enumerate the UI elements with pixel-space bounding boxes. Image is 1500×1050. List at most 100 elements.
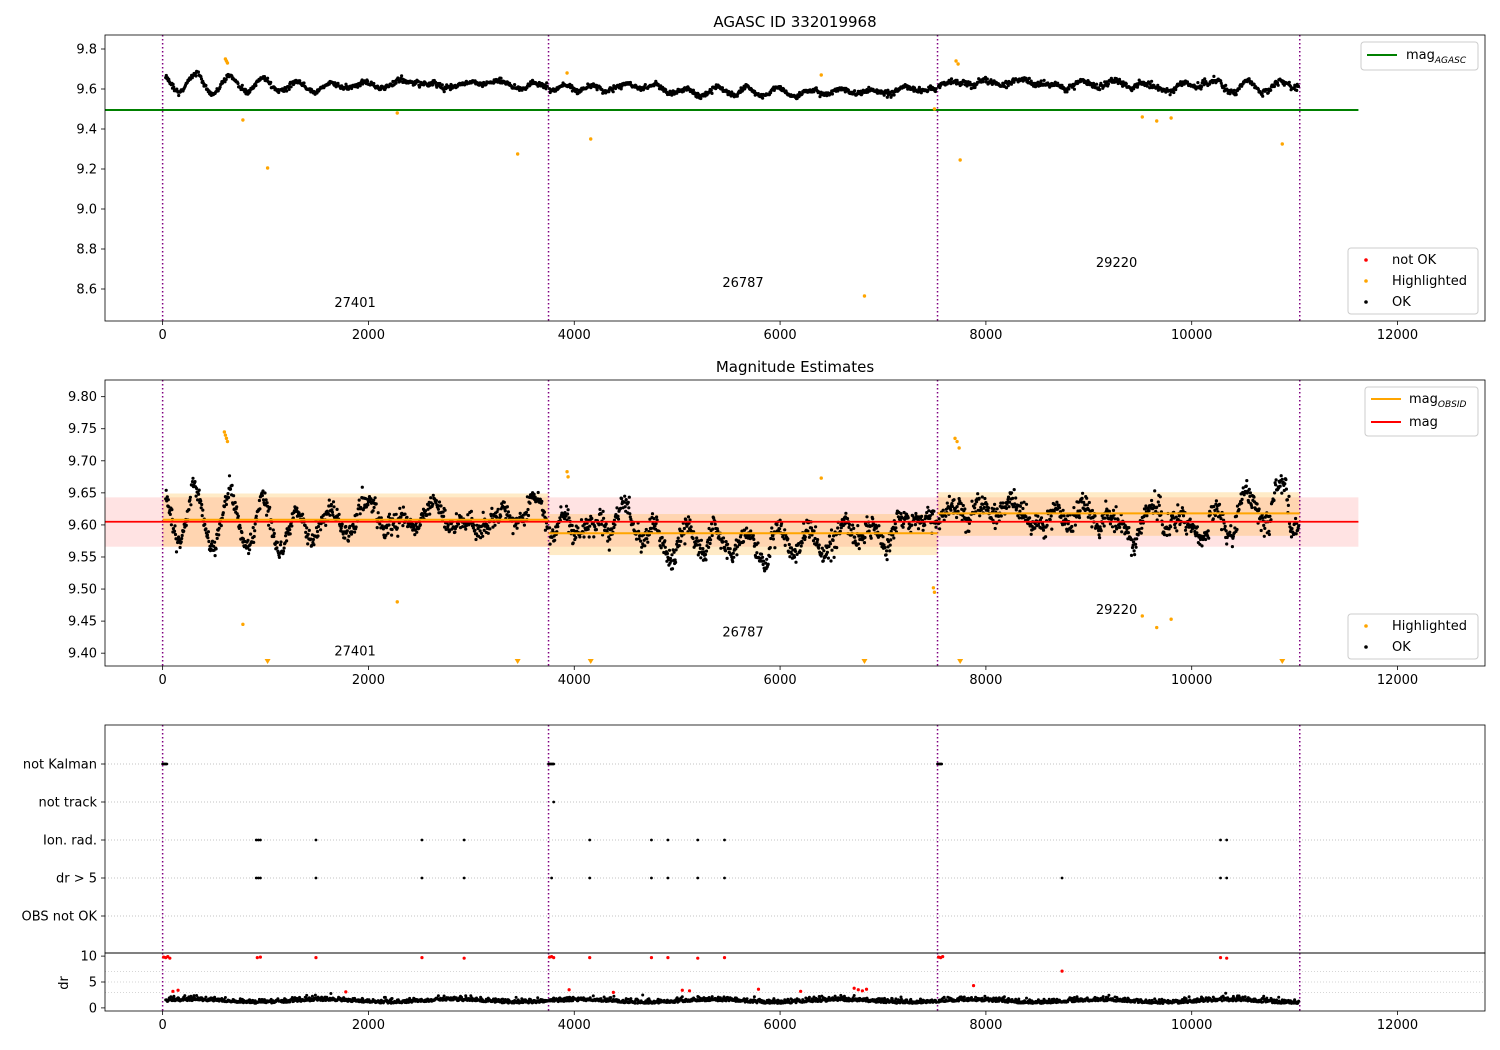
ok-point xyxy=(1177,514,1181,518)
ok-point xyxy=(1027,76,1031,80)
ok-point xyxy=(253,529,257,533)
ok-point xyxy=(686,515,691,519)
ok-point xyxy=(436,507,440,511)
x-tick-label: 2000 xyxy=(352,328,385,343)
ok-point xyxy=(1033,526,1037,530)
ok-point xyxy=(1224,83,1228,87)
ok-point xyxy=(545,81,549,85)
ok-point xyxy=(1057,506,1062,510)
ok-point xyxy=(390,533,394,537)
ok-point xyxy=(164,488,168,492)
ok-point xyxy=(1024,515,1028,519)
ok-point xyxy=(1136,533,1140,537)
ok-point xyxy=(822,549,826,553)
ok-point xyxy=(713,522,717,526)
ok-point xyxy=(360,485,364,489)
ok-point xyxy=(829,528,834,532)
ok-point xyxy=(387,523,391,527)
ok-point xyxy=(372,81,376,86)
ok-point xyxy=(592,535,596,539)
ok-point xyxy=(1262,534,1266,538)
ok-point xyxy=(374,502,378,506)
ok-point xyxy=(695,536,699,540)
ok-point xyxy=(481,534,485,538)
ok-point xyxy=(251,526,255,530)
flag-point xyxy=(588,876,592,880)
ok-point xyxy=(934,525,938,529)
ok-point xyxy=(892,536,896,540)
ok-point xyxy=(983,496,987,501)
ok-point xyxy=(1207,536,1211,540)
legend-label-highlighted: Highlighted xyxy=(1392,619,1467,634)
ok-point xyxy=(952,498,956,502)
ok-point xyxy=(252,540,256,545)
ok-point xyxy=(982,505,987,509)
ok-point xyxy=(1132,549,1136,553)
ok-point xyxy=(1103,516,1107,520)
ok-point xyxy=(992,507,996,511)
ok-point xyxy=(1174,515,1178,519)
ok-point xyxy=(611,90,615,94)
ok-point xyxy=(1150,498,1154,503)
ok-point xyxy=(366,503,370,507)
ok-point xyxy=(707,545,711,550)
ok-point xyxy=(1087,500,1091,505)
ok-point xyxy=(1022,500,1026,504)
ok-point xyxy=(1228,530,1232,534)
ok-point xyxy=(290,524,294,528)
ok-point xyxy=(197,492,201,496)
ok-point xyxy=(301,512,305,516)
ok-point xyxy=(1014,496,1018,500)
ok-point xyxy=(888,543,892,547)
ok-point xyxy=(856,524,860,528)
ok-point xyxy=(223,996,227,999)
ok-point xyxy=(884,553,888,557)
ok-point xyxy=(206,536,210,540)
ok-point xyxy=(770,526,774,530)
ok-point xyxy=(594,528,599,532)
ok-point xyxy=(177,93,181,98)
y-tick-label: 9.50 xyxy=(68,583,97,598)
ok-point xyxy=(358,512,362,516)
highlighted-point xyxy=(1155,625,1159,630)
ok-point xyxy=(355,513,359,517)
ok-point xyxy=(214,547,218,551)
ok-point xyxy=(1102,524,1106,528)
legend-label-mag: mag xyxy=(1409,415,1438,430)
ok-point xyxy=(1214,499,1218,503)
ok-point xyxy=(403,512,407,516)
ok-point xyxy=(586,527,590,531)
ok-point xyxy=(376,511,380,515)
ok-point xyxy=(548,526,552,530)
ok-point xyxy=(344,524,348,529)
ok-point xyxy=(955,515,959,520)
ok-point xyxy=(830,548,834,552)
ok-point xyxy=(345,529,349,533)
flag-point xyxy=(1225,838,1229,842)
ok-point xyxy=(1129,553,1134,558)
ok-point xyxy=(827,534,832,538)
x-tick-label: 0 xyxy=(158,673,166,688)
ok-point xyxy=(1250,505,1254,510)
ok-point xyxy=(1126,531,1130,535)
highlighted-point xyxy=(395,111,399,115)
ok-point xyxy=(499,514,503,518)
ok-point xyxy=(277,555,281,560)
ok-point xyxy=(698,543,702,547)
ok-point xyxy=(387,512,392,516)
ok-point xyxy=(721,536,726,540)
x-tick-label: 6000 xyxy=(764,673,797,688)
ok-point xyxy=(390,997,394,1000)
ok-point xyxy=(616,514,620,518)
highlighted-point xyxy=(1155,119,1159,123)
highlighted-point xyxy=(515,152,520,156)
ok-point xyxy=(260,493,264,498)
ok-point xyxy=(1006,495,1011,499)
ok-point xyxy=(986,506,991,510)
flag-point xyxy=(462,876,466,880)
ok-point xyxy=(204,83,208,88)
ok-point xyxy=(456,522,461,526)
ok-point xyxy=(184,523,188,528)
ok-point xyxy=(337,512,341,517)
ok-point xyxy=(1134,545,1138,549)
